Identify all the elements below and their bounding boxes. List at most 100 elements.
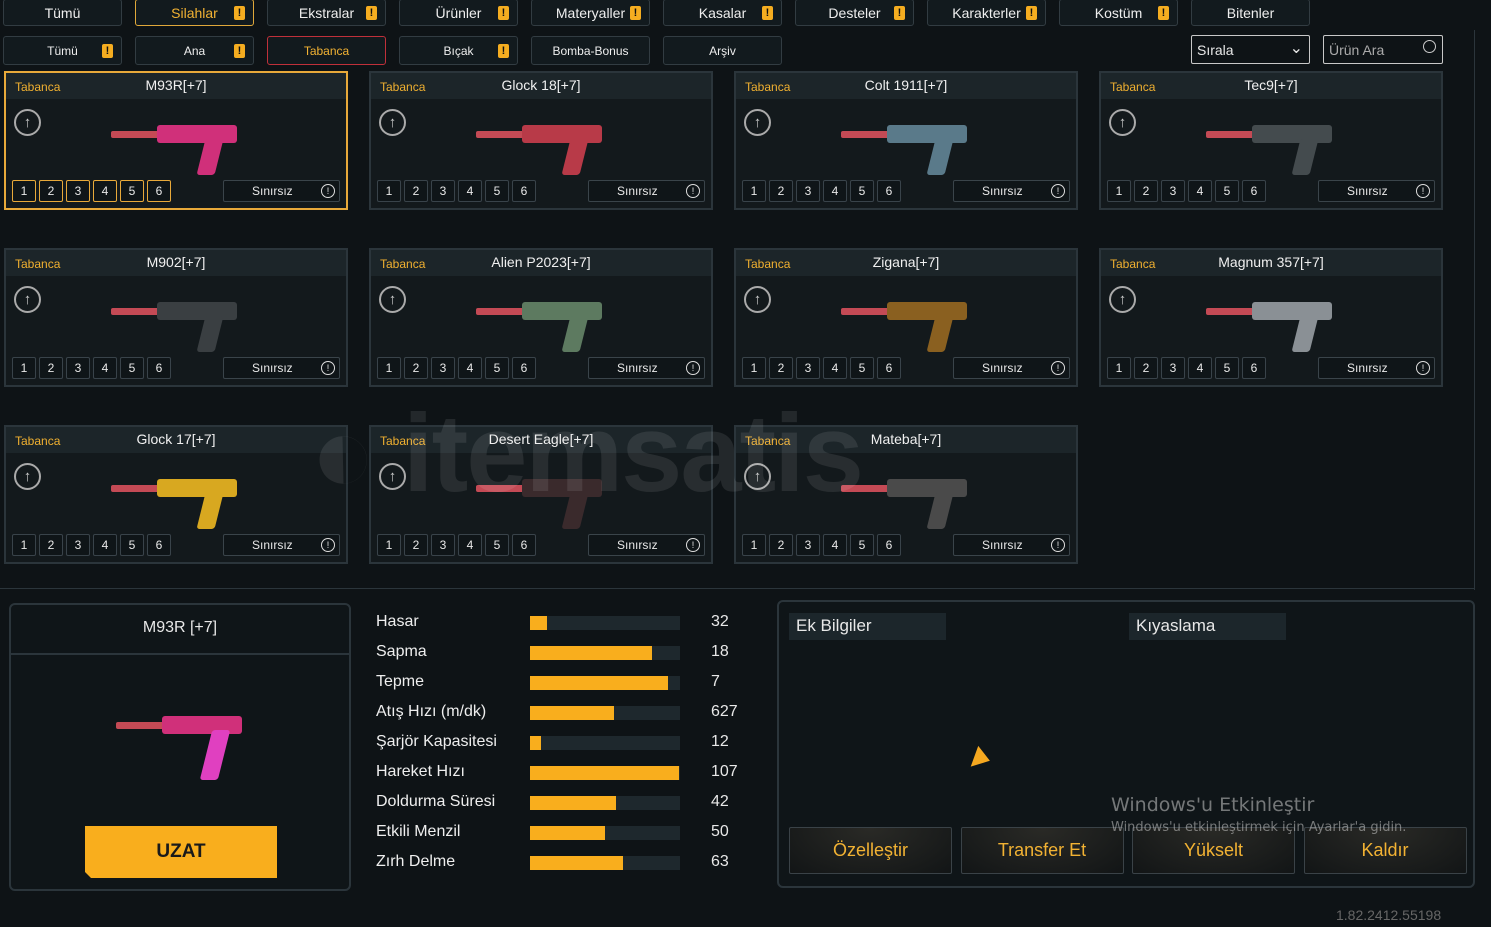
item-card[interactable]: Tabanca Alien P2023[+7] ↑ 1 2 3 4 5 6 Sınırsız! (369, 248, 713, 387)
category-tab[interactable]: Ürünler! (399, 0, 518, 26)
slot-button[interactable]: 6 (512, 357, 536, 379)
slot-button[interactable]: 2 (39, 534, 63, 556)
slot-button[interactable]: 6 (877, 180, 901, 202)
slot-button[interactable]: 5 (485, 534, 509, 556)
slot-button[interactable]: 6 (147, 180, 171, 202)
slot-button[interactable]: 5 (120, 180, 144, 202)
category-tab[interactable]: Materyaller! (531, 0, 650, 26)
slot-button[interactable]: 3 (431, 357, 455, 379)
item-card[interactable]: Tabanca Mateba[+7] ↑ 1 2 3 4 5 6 Sınırsız! (734, 425, 1078, 564)
slot-button[interactable]: 5 (485, 180, 509, 202)
slot-button[interactable]: 2 (39, 357, 63, 379)
slot-button[interactable]: 1 (12, 357, 36, 379)
upgrade-arrow-icon[interactable]: ↑ (14, 286, 41, 313)
category-tab[interactable]: Desteler! (795, 0, 914, 26)
slot-button[interactable]: 4 (93, 534, 117, 556)
upgrade-arrow-icon[interactable]: ↑ (1109, 109, 1136, 136)
slot-button[interactable]: 4 (1188, 357, 1212, 379)
slot-button[interactable]: 3 (1161, 357, 1185, 379)
item-card[interactable]: Tabanca Colt 1911[+7] ↑ 1 2 3 4 5 6 Sınırsız! (734, 71, 1078, 210)
slot-button[interactable]: 6 (147, 357, 171, 379)
subcategory-tab[interactable]: Bomba-Bonus (531, 36, 650, 65)
upgrade-arrow-icon[interactable]: ↑ (379, 109, 406, 136)
upgrade-arrow-icon[interactable]: ↑ (14, 463, 41, 490)
slot-button[interactable]: 3 (1161, 180, 1185, 202)
subcategory-tab[interactable]: Bıçak! (399, 36, 518, 65)
slot-button[interactable]: 1 (1107, 357, 1131, 379)
slot-button[interactable]: 3 (796, 180, 820, 202)
slot-button[interactable]: 1 (742, 180, 766, 202)
slot-button[interactable]: 2 (39, 180, 63, 202)
upgrade-arrow-icon[interactable]: ↑ (744, 109, 771, 136)
item-card[interactable]: Tabanca Glock 18[+7] ↑ 1 2 3 4 5 6 Sınırsız! (369, 71, 713, 210)
compare-header[interactable]: Kıyaslama (1129, 613, 1286, 640)
slot-button[interactable]: 1 (1107, 180, 1131, 202)
search-input[interactable]: Ürün Ara (1323, 35, 1443, 64)
slot-button[interactable]: 3 (66, 180, 90, 202)
slot-button[interactable]: 5 (850, 534, 874, 556)
slot-button[interactable]: 4 (458, 357, 482, 379)
subcategory-tab[interactable]: Ana! (135, 36, 254, 65)
upgrade-arrow-icon[interactable]: ↑ (379, 286, 406, 313)
slot-button[interactable]: 4 (823, 534, 847, 556)
slot-button[interactable]: 4 (458, 180, 482, 202)
slot-button[interactable]: 2 (769, 180, 793, 202)
slot-button[interactable]: 5 (120, 357, 144, 379)
category-tab[interactable]: Bitenler (1191, 0, 1310, 26)
extra-info-header[interactable]: Ek Bilgiler (789, 613, 946, 640)
extend-button[interactable]: UZAT (85, 826, 277, 878)
category-tab[interactable]: Tümü (3, 0, 122, 26)
item-card[interactable]: Tabanca Tec9[+7] ↑ 1 2 3 4 5 6 Sınırsız! (1099, 71, 1443, 210)
item-card[interactable]: Tabanca Magnum 357[+7] ↑ 1 2 3 4 5 6 Sınırsız! (1099, 248, 1443, 387)
slot-button[interactable]: 4 (458, 534, 482, 556)
slot-button[interactable]: 5 (850, 180, 874, 202)
category-tab[interactable]: Kasalar! (663, 0, 782, 26)
action-button[interactable]: Transfer Et (960, 827, 1124, 874)
slot-button[interactable]: 3 (431, 180, 455, 202)
slot-button[interactable]: 6 (877, 357, 901, 379)
slot-button[interactable]: 1 (377, 357, 401, 379)
slot-button[interactable]: 2 (404, 357, 428, 379)
slot-button[interactable]: 5 (1215, 180, 1239, 202)
slot-button[interactable]: 2 (769, 357, 793, 379)
item-card[interactable]: Tabanca Glock 17[+7] ↑ 1 2 3 4 5 6 Sınırsız! (4, 425, 348, 564)
category-tab[interactable]: Kostüm! (1059, 0, 1178, 26)
item-card[interactable]: Tabanca Zigana[+7] ↑ 1 2 3 4 5 6 Sınırsız! (734, 248, 1078, 387)
slot-button[interactable]: 4 (93, 180, 117, 202)
subcategory-tab[interactable]: Arşiv (663, 36, 782, 65)
slot-button[interactable]: 5 (1215, 357, 1239, 379)
slot-button[interactable]: 3 (66, 534, 90, 556)
slot-button[interactable]: 3 (796, 357, 820, 379)
category-tab[interactable]: Ekstralar! (267, 0, 386, 26)
slot-button[interactable]: 5 (485, 357, 509, 379)
slot-button[interactable]: 1 (742, 357, 766, 379)
slot-button[interactable]: 4 (823, 357, 847, 379)
slot-button[interactable]: 3 (66, 357, 90, 379)
slot-button[interactable]: 1 (377, 180, 401, 202)
action-button[interactable]: Özelleştir (789, 827, 952, 874)
slot-button[interactable]: 1 (377, 534, 401, 556)
item-card[interactable]: Tabanca M902[+7] ↑ 1 2 3 4 5 6 Sınırsız! (4, 248, 348, 387)
slot-button[interactable]: 6 (877, 534, 901, 556)
slot-button[interactable]: 2 (404, 180, 428, 202)
slot-button[interactable]: 5 (850, 357, 874, 379)
upgrade-arrow-icon[interactable]: ↑ (379, 463, 406, 490)
slot-button[interactable]: 6 (147, 534, 171, 556)
slot-button[interactable]: 6 (1242, 180, 1266, 202)
item-card[interactable]: Tabanca M93R[+7] ↑ 1 2 3 4 5 6 Sınırsız! (4, 71, 348, 210)
category-tab[interactable]: Silahlar! (135, 0, 254, 26)
item-card[interactable]: Tabanca Desert Eagle[+7] ↑ 1 2 3 4 5 6 Sınırsız! (369, 425, 713, 564)
subcategory-tab[interactable]: Tümü! (3, 36, 122, 65)
category-tab[interactable]: Karakterler! (927, 0, 1046, 26)
upgrade-arrow-icon[interactable]: ↑ (14, 109, 41, 136)
slot-button[interactable]: 4 (823, 180, 847, 202)
slot-button[interactable]: 3 (431, 534, 455, 556)
subcategory-tab[interactable]: Tabanca (267, 36, 386, 65)
slot-button[interactable]: 2 (1134, 180, 1158, 202)
slot-button[interactable]: 4 (1188, 180, 1212, 202)
slot-button[interactable]: 5 (120, 534, 144, 556)
slot-button[interactable]: 6 (512, 534, 536, 556)
slot-button[interactable]: 4 (93, 357, 117, 379)
slot-button[interactable]: 1 (742, 534, 766, 556)
slot-button[interactable]: 6 (512, 180, 536, 202)
